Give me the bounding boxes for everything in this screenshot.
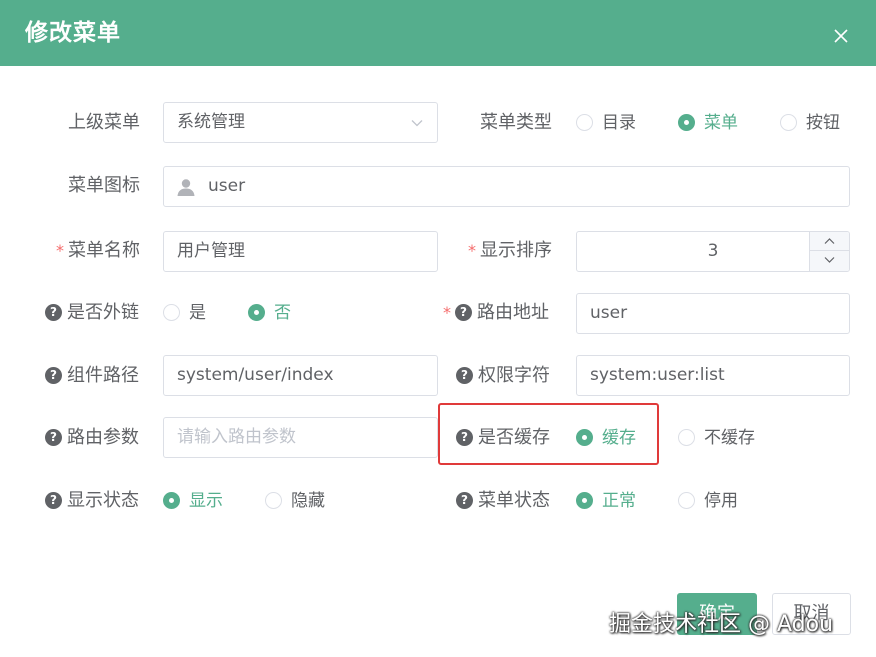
component-value: system/user/index: [177, 365, 334, 385]
cache-radio-cache[interactable]: 缓存: [576, 418, 636, 458]
help-icon[interactable]: ?: [456, 429, 473, 446]
help-icon[interactable]: ?: [45, 367, 62, 384]
required-asterisk: *: [56, 241, 64, 260]
component-input[interactable]: system/user/index: [163, 355, 438, 396]
visible-radio-show[interactable]: 显示: [163, 481, 223, 521]
menu-type-radio-button[interactable]: 按钮: [780, 103, 840, 143]
menu-name-value: 用户管理: [177, 241, 245, 261]
help-icon[interactable]: ?: [45, 304, 62, 321]
radio-circle: [265, 492, 282, 509]
visible-radio-hide[interactable]: 隐藏: [265, 481, 325, 521]
permission-input[interactable]: system:user:list: [576, 355, 850, 396]
radio-circle: [678, 429, 695, 446]
close-icon[interactable]: [832, 27, 850, 45]
menu-type-radio-directory[interactable]: 目录: [576, 103, 636, 143]
status-radio-disabled[interactable]: 停用: [678, 481, 738, 521]
menu-name-input[interactable]: 用户管理: [163, 231, 438, 272]
radio-circle-checked: [678, 114, 695, 131]
help-icon[interactable]: ?: [455, 304, 472, 321]
help-icon[interactable]: ?: [45, 429, 62, 446]
cache-radio-no-cache[interactable]: 不缓存: [678, 418, 755, 458]
radio-circle: [780, 114, 797, 131]
radio-circle-checked: [576, 492, 593, 509]
component-label: ? 组件路径: [45, 356, 139, 396]
menu-icon-label: 菜单图标: [68, 175, 140, 196]
edit-menu-dialog: 修改菜单 上级菜单 系统管理 菜单类型 目录 菜单 按钮 菜单图标 user *…: [0, 0, 876, 657]
menu-type-radio-menu[interactable]: 菜单: [678, 103, 738, 143]
radio-circle: [163, 304, 180, 321]
radio-circle-checked: [576, 429, 593, 446]
required-asterisk: *: [468, 241, 476, 260]
chevron-up-icon: [824, 238, 835, 244]
visible-label: ? 显示状态: [45, 481, 139, 521]
route-params-label: ? 路由参数: [45, 418, 139, 458]
menu-name-label: * 菜单名称: [56, 240, 140, 261]
parent-menu-select[interactable]: 系统管理: [163, 102, 438, 143]
help-icon[interactable]: ?: [456, 492, 473, 509]
chevron-down-icon: [411, 120, 423, 127]
help-icon[interactable]: ?: [456, 367, 473, 384]
parent-menu-label: 上级菜单: [68, 112, 140, 133]
parent-menu-value: 系统管理: [177, 112, 245, 132]
user-icon: [177, 179, 195, 196]
permission-label: ? 权限字符: [456, 356, 550, 396]
radio-circle: [678, 492, 695, 509]
menu-type-label: 菜单类型: [480, 112, 552, 133]
decrease-button[interactable]: [810, 251, 849, 270]
dialog-header: 修改菜单: [0, 0, 876, 66]
menu-icon-input[interactable]: user: [163, 166, 850, 207]
increase-button[interactable]: [810, 232, 849, 251]
chevron-down-icon: [824, 257, 835, 263]
watermark-text: 掘金技术社区 @ Adou: [609, 612, 834, 637]
status-radio-normal[interactable]: 正常: [576, 481, 636, 521]
external-radio-no[interactable]: 否: [248, 293, 291, 333]
route-path-label: *? 路由地址: [443, 302, 549, 323]
external-radio-yes[interactable]: 是: [163, 293, 206, 333]
radio-circle: [576, 114, 593, 131]
route-params-placeholder: 请输入路由参数: [177, 427, 296, 447]
cache-label: ? 是否缓存: [456, 418, 550, 458]
dialog-title: 修改菜单: [25, 20, 121, 46]
help-icon[interactable]: ?: [45, 492, 62, 509]
radio-circle-checked: [248, 304, 265, 321]
number-stepper: [809, 232, 849, 271]
is-external-label: ? 是否外链: [45, 293, 139, 333]
order-number-input[interactable]: 3: [576, 231, 850, 272]
route-path-input[interactable]: user: [576, 293, 850, 334]
route-path-value: user: [590, 303, 628, 323]
order-value: 3: [707, 241, 719, 261]
route-params-input[interactable]: 请输入路由参数: [163, 417, 438, 458]
permission-value: system:user:list: [590, 365, 725, 385]
menu-icon-value: user: [208, 176, 246, 196]
status-label: ? 菜单状态: [456, 481, 550, 521]
required-asterisk: *: [443, 303, 451, 322]
order-label: * 显示排序: [468, 240, 552, 261]
radio-circle-checked: [163, 492, 180, 509]
